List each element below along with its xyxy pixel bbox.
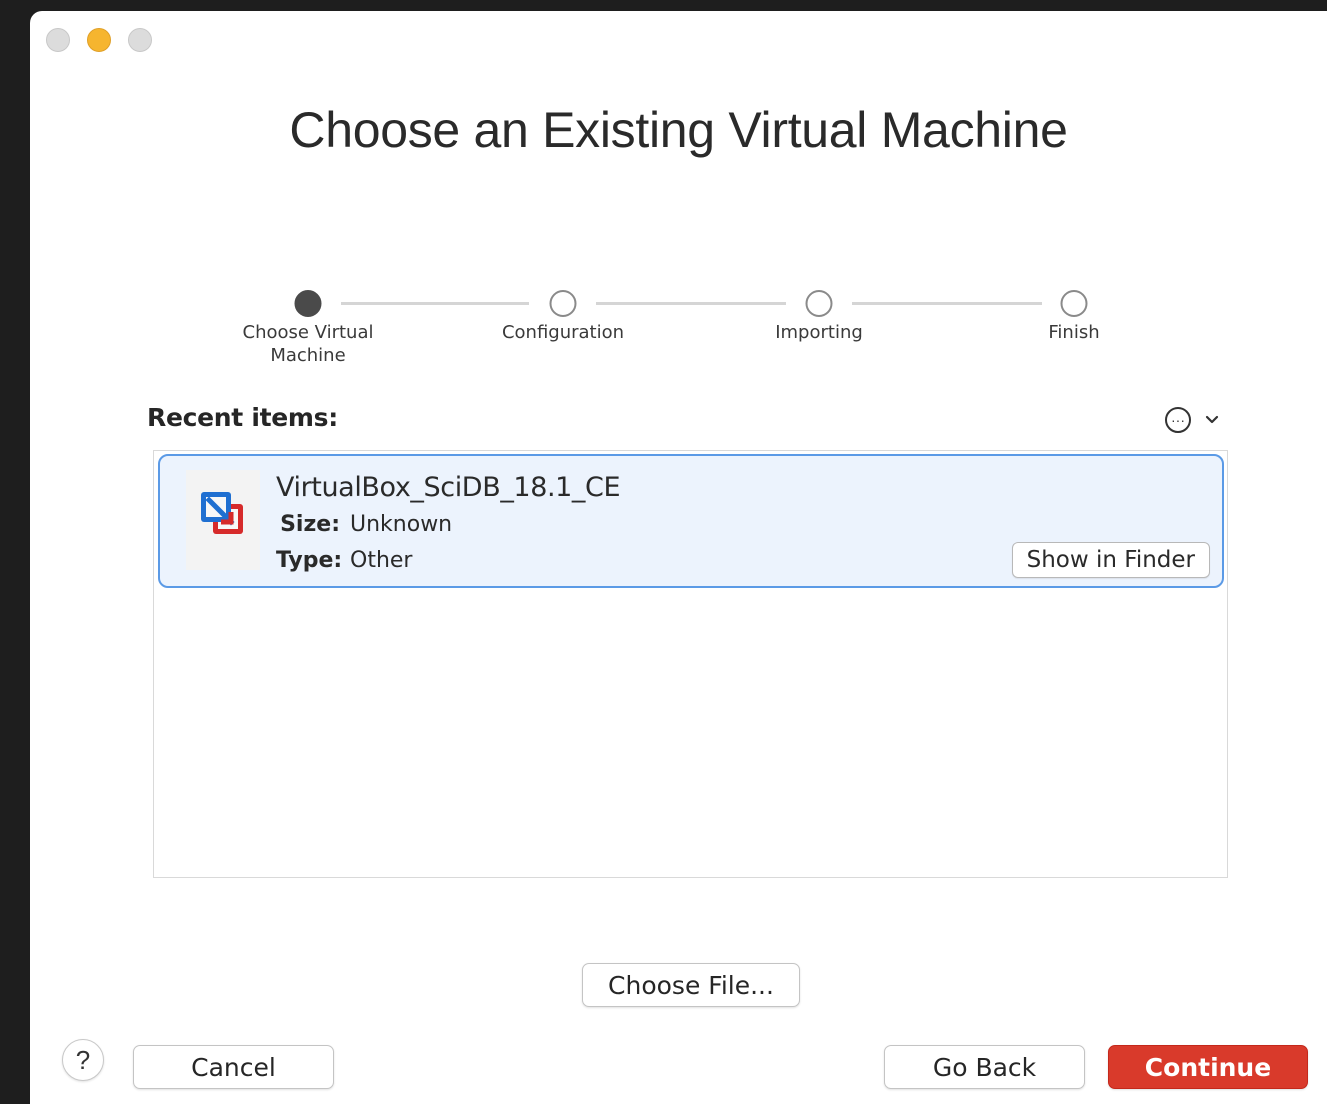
ellipsis-circle-icon[interactable]: ··· bbox=[1165, 407, 1191, 433]
vm-size-row: Size: Unknown bbox=[276, 512, 452, 537]
minimize-window-button[interactable] bbox=[87, 28, 111, 52]
close-window-button[interactable] bbox=[46, 28, 70, 52]
choose-file-button[interactable]: Choose File... bbox=[582, 963, 800, 1007]
step-connector bbox=[852, 302, 1042, 305]
step-label-importing: Importing bbox=[775, 322, 863, 343]
show-in-finder-button[interactable]: Show in Finder bbox=[1011, 542, 1210, 578]
wizard-steps: Choose Virtual Machine Configuration Imp… bbox=[210, 277, 1130, 377]
step-connector bbox=[596, 302, 786, 305]
import-wizard-window: Choose an Existing Virtual Machine Choos… bbox=[30, 11, 1327, 1104]
chevron-down-icon[interactable] bbox=[1201, 409, 1223, 431]
step-label-finish: Finish bbox=[1048, 322, 1100, 343]
recent-items-label: Recent items: bbox=[147, 403, 338, 432]
recent-items-list[interactable]: VirtualBox_SciDB_18.1_CE Size: Unknown Ty… bbox=[153, 450, 1228, 878]
type-key: Type: bbox=[276, 548, 343, 573]
help-button[interactable]: ? bbox=[62, 1039, 104, 1081]
vm-type-row: Type: Other bbox=[276, 548, 412, 573]
go-back-button[interactable]: Go Back bbox=[884, 1045, 1085, 1089]
continue-button[interactable]: Continue bbox=[1108, 1045, 1308, 1089]
cancel-button[interactable]: Cancel bbox=[133, 1045, 334, 1089]
step-indicator-importing bbox=[805, 290, 833, 317]
vmware-fusion-vm-icon bbox=[201, 492, 243, 534]
list-item[interactable]: VirtualBox_SciDB_18.1_CE Size: Unknown Ty… bbox=[158, 454, 1224, 588]
size-value: Unknown bbox=[350, 512, 453, 537]
vm-name: VirtualBox_SciDB_18.1_CE bbox=[276, 472, 621, 503]
step-indicator-finish bbox=[1060, 290, 1088, 317]
type-value: Other bbox=[350, 548, 413, 573]
step-label-configuration: Configuration bbox=[501, 322, 625, 343]
page-title: Choose an Existing Virtual Machine bbox=[289, 102, 1068, 158]
window-controls bbox=[46, 28, 152, 52]
recent-items-actions: ··· bbox=[1165, 407, 1223, 433]
step-indicator-choose-vm bbox=[294, 290, 322, 317]
step-indicator-configuration bbox=[549, 290, 577, 317]
size-key: Size: bbox=[280, 512, 340, 537]
step-label-choose-vm: Choose Virtual Machine bbox=[242, 322, 374, 366]
vm-file-thumbnail bbox=[186, 470, 260, 570]
step-connector bbox=[341, 302, 529, 305]
zoom-window-button[interactable] bbox=[128, 28, 152, 52]
